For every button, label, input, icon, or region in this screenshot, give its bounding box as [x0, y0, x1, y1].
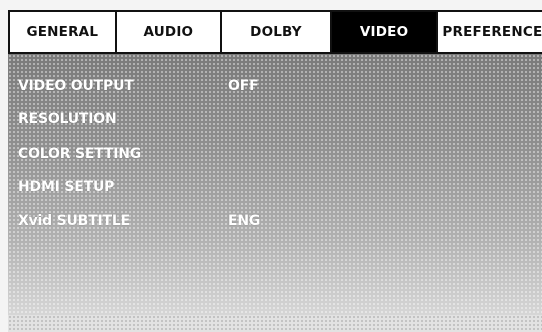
tab-general-label: GENERAL [26, 24, 99, 40]
setup-menu-screen: GENERAL AUDIO DOLBY VIDEO PREFERENCE VID… [0, 0, 542, 332]
tab-audio-label: AUDIO [143, 24, 194, 40]
menu-item-label: HDMI SETUP [18, 179, 115, 195]
menu-item-hdmi-setup[interactable]: HDMI SETUP [18, 175, 518, 199]
tab-video[interactable]: VIDEO [331, 12, 439, 52]
menu-item-color-setting[interactable]: COLOR SETTING [18, 142, 518, 166]
tab-video-label: VIDEO [359, 24, 409, 40]
video-settings-panel: VIDEO OUTPUT OFF RESOLUTION COLOR SETTIN… [8, 54, 542, 315]
menu-item-xvid-subtitle[interactable]: Xvid SUBTITLE ENG [18, 209, 518, 233]
menu-item-video-output[interactable]: VIDEO OUTPUT OFF [18, 74, 518, 98]
tab-dolby-label: DOLBY [250, 24, 302, 40]
menu-item-label: COLOR SETTING [18, 146, 142, 162]
bottom-strip [8, 315, 542, 332]
menu-item-value: ENG [228, 213, 261, 229]
tab-preference-label: PREFERENCE [442, 24, 542, 40]
menu-item-label: RESOLUTION [18, 111, 117, 127]
menu-item-resolution[interactable]: RESOLUTION [18, 107, 518, 131]
tab-bar: GENERAL AUDIO DOLBY VIDEO PREFERENCE [8, 10, 542, 54]
tab-general[interactable]: GENERAL [10, 12, 117, 52]
menu-item-value: OFF [228, 78, 259, 94]
menu-item-label: VIDEO OUTPUT [18, 78, 134, 94]
tab-dolby[interactable]: DOLBY [222, 12, 332, 52]
menu-item-label: Xvid SUBTITLE [18, 213, 130, 229]
tab-preference[interactable]: PREFERENCE [438, 12, 542, 52]
tab-audio[interactable]: AUDIO [117, 12, 223, 52]
